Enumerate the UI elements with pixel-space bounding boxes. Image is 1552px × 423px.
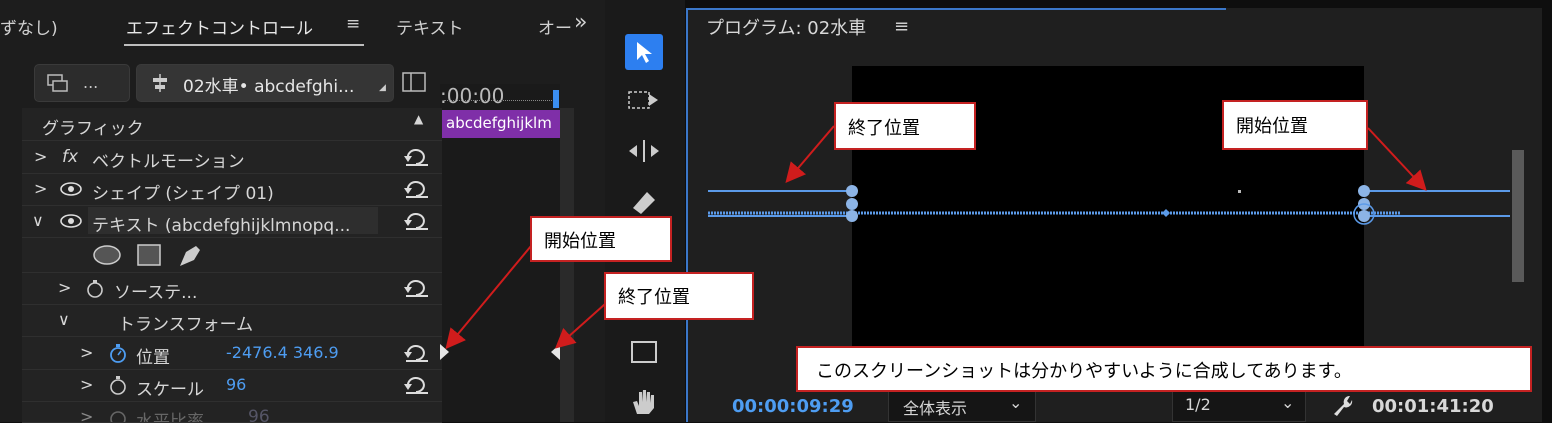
reset-icon[interactable] bbox=[404, 374, 430, 394]
horizontal-ratio-value[interactable]: 96 bbox=[248, 407, 270, 422]
resolution-dropdown[interactable]: 1/2 ⌄ bbox=[1172, 388, 1306, 422]
tab-other-fragment[interactable]: オー bbox=[538, 14, 572, 39]
motion-path-overlay[interactable] bbox=[700, 176, 1530, 226]
sequence-icon bbox=[47, 74, 68, 92]
tab-text[interactable]: テキスト bbox=[396, 14, 464, 39]
tab-prev-fragment[interactable]: ずなし) bbox=[0, 14, 58, 39]
rectangle-mask-icon[interactable] bbox=[136, 243, 162, 267]
ripple-edit-icon[interactable] bbox=[627, 138, 661, 164]
pen-mask-icon[interactable] bbox=[176, 242, 204, 268]
row-label: ベクトルモーション bbox=[92, 152, 245, 172]
stopwatch-icon[interactable] bbox=[108, 407, 128, 423]
row-scale[interactable]: > スケール 96 bbox=[22, 369, 442, 402]
collapse-chevron-icon[interactable]: ∨ bbox=[58, 310, 70, 329]
keyframe-start-marker[interactable] bbox=[440, 344, 450, 360]
row-transform[interactable]: ∨ トランスフォーム bbox=[22, 304, 442, 337]
row-position[interactable]: > 位置 -2476.4 346.9 bbox=[22, 337, 442, 370]
row-label: ソーステ... bbox=[114, 283, 198, 303]
ellipse-mask-icon[interactable] bbox=[92, 244, 122, 266]
tab-menu-icon[interactable]: ≡ bbox=[346, 14, 360, 34]
eye-icon[interactable] bbox=[60, 182, 82, 196]
reset-icon[interactable] bbox=[404, 210, 430, 230]
active-tab-indicator bbox=[124, 44, 364, 46]
stopwatch-icon[interactable] bbox=[86, 279, 104, 299]
clip-selector[interactable]: 02水車• abcdefghi... ◢ bbox=[136, 64, 394, 102]
expand-chevron-icon[interactable]: > bbox=[80, 343, 93, 362]
selection-tool-button[interactable] bbox=[625, 34, 663, 70]
callout-end-position-left: 終了位置 bbox=[834, 102, 976, 150]
reset-icon[interactable] bbox=[404, 277, 430, 297]
fx-icon: fx bbox=[62, 147, 79, 167]
fit-dropdown[interactable]: 全体表示 ⌄ bbox=[888, 388, 1036, 422]
track-select-icon[interactable] bbox=[627, 88, 661, 114]
expand-chevron-icon[interactable]: > bbox=[80, 407, 93, 422]
row-label: 水平比率 bbox=[136, 412, 204, 423]
section-header-graphic[interactable]: グラフィック ▲ bbox=[22, 108, 442, 141]
callout-start-position-mid: 開始位置 bbox=[530, 216, 672, 262]
callout-start-position-right: 開始位置 bbox=[1222, 100, 1368, 150]
row-label: シェイプ (シェイプ 01) bbox=[92, 184, 274, 204]
arrow-cursor-icon bbox=[637, 42, 652, 63]
callout-end-position-mid: 終了位置 bbox=[604, 272, 754, 320]
row-label: 位置 bbox=[136, 348, 170, 368]
row-label: トランスフォーム bbox=[118, 315, 254, 335]
row-vector-motion[interactable]: > fx ベクトルモーション bbox=[22, 141, 442, 174]
master-clip-button[interactable]: ... bbox=[34, 64, 130, 102]
program-title[interactable]: プログラム: 02水車 bbox=[706, 14, 866, 40]
collapse-chevron-icon[interactable]: ∨ bbox=[32, 211, 44, 230]
overflow-tabs-button[interactable]: » bbox=[574, 10, 587, 35]
current-timecode[interactable]: 00:00:09:29 bbox=[732, 396, 854, 417]
section-title: グラフィック bbox=[42, 119, 144, 139]
razor-tool-icon[interactable] bbox=[629, 188, 659, 216]
row-label: スケール bbox=[136, 380, 204, 400]
position-value[interactable]: -2476.4 346.9 bbox=[226, 343, 339, 362]
row-source-text[interactable]: > ソーステ... bbox=[22, 272, 442, 305]
monitor-scrollbar[interactable] bbox=[1512, 150, 1524, 282]
toggle-timeline-icon[interactable] bbox=[402, 72, 428, 94]
tab-effect-controls[interactable]: エフェクトコントロール bbox=[126, 14, 313, 39]
scale-value[interactable]: 96 bbox=[226, 375, 246, 394]
playhead[interactable] bbox=[553, 90, 559, 108]
timeline-clip-label: abcdefghijklm bbox=[446, 114, 552, 132]
active-panel-border bbox=[686, 8, 1226, 10]
hand-tool-icon[interactable] bbox=[629, 386, 659, 416]
fit-dropdown-value: 全体表示 bbox=[903, 399, 968, 418]
timeline-scrollbar[interactable] bbox=[560, 108, 574, 422]
stopwatch-icon[interactable] bbox=[108, 375, 128, 395]
dropdown-corner-icon: ◢ bbox=[379, 83, 386, 93]
clip-align-icon bbox=[153, 74, 167, 92]
panel-tab-bar: ずなし) エフェクトコントロール ≡ テキスト オー » bbox=[0, 0, 605, 52]
program-menu-icon[interactable]: ≡ bbox=[894, 16, 909, 37]
master-label: ... bbox=[83, 73, 99, 92]
rectangle-tool-icon[interactable] bbox=[629, 338, 659, 366]
expand-chevron-icon[interactable]: > bbox=[34, 147, 47, 166]
row-shape[interactable]: > シェイプ (シェイプ 01) bbox=[22, 173, 442, 206]
timeline-ruler bbox=[444, 100, 556, 105]
reset-icon[interactable] bbox=[404, 146, 430, 166]
wrench-settings-icon[interactable] bbox=[1330, 394, 1354, 418]
expand-chevron-icon[interactable]: > bbox=[34, 179, 47, 198]
timeline-clip[interactable]: abcdefghijklm bbox=[440, 110, 560, 138]
keyframe-end-marker[interactable] bbox=[550, 344, 560, 360]
chevron-down-icon: ⌄ bbox=[1281, 393, 1295, 412]
chevron-down-icon: ⌄ bbox=[1009, 393, 1023, 412]
row-horizontal-ratio[interactable]: > 水平比率 96 bbox=[22, 401, 442, 423]
reset-icon[interactable] bbox=[404, 178, 430, 198]
row-label: テキスト (abcdefghijklmnopq... bbox=[92, 216, 351, 236]
expand-chevron-icon[interactable]: > bbox=[80, 375, 93, 394]
stopwatch-active-icon[interactable] bbox=[108, 343, 128, 363]
clip-selector-label: 02水車• abcdefghi... bbox=[183, 77, 355, 97]
eye-icon[interactable] bbox=[60, 214, 82, 228]
reset-icon[interactable] bbox=[404, 342, 430, 362]
composite-note-callout: このスクリーンショットは分かりやすいように合成してあります。 bbox=[796, 346, 1532, 392]
collapse-up-icon[interactable]: ▲ bbox=[414, 112, 423, 126]
duration-timecode: 00:01:41:20 bbox=[1372, 396, 1494, 417]
row-mask-tools bbox=[22, 238, 442, 273]
resolution-value: 1/2 bbox=[1185, 395, 1211, 414]
row-text[interactable]: ∨ テキスト (abcdefghijklmnopq... bbox=[22, 205, 442, 238]
expand-chevron-icon[interactable]: > bbox=[58, 278, 71, 297]
tools-panel bbox=[605, 0, 685, 422]
